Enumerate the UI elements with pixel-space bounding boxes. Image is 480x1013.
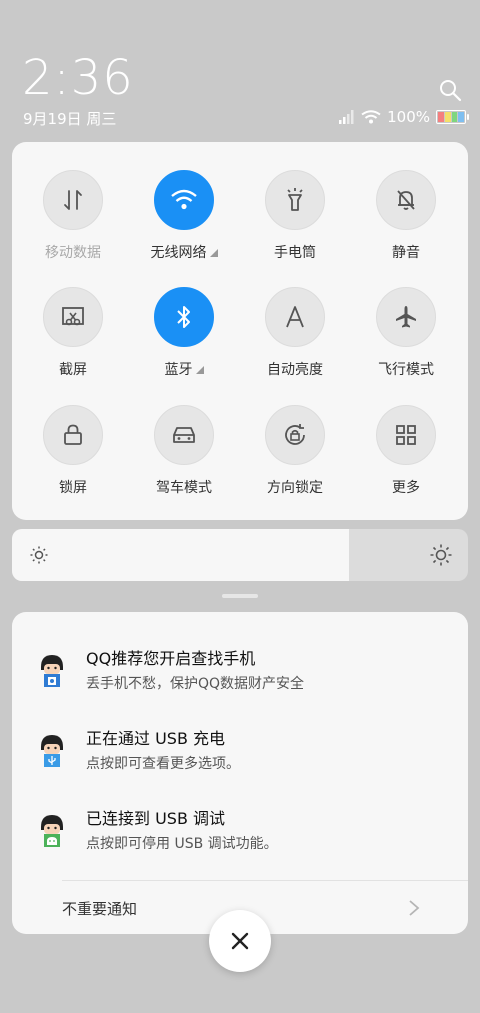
- tile-mute[interactable]: 静音: [356, 170, 456, 262]
- search-icon[interactable]: [438, 78, 462, 102]
- grid-icon: [376, 405, 436, 465]
- notification-title: 已连接到 USB 调试: [86, 809, 226, 828]
- notification-subtitle: 丢手机不愁，保护QQ数据财产安全: [86, 676, 305, 692]
- car-icon: [154, 405, 214, 465]
- clear-all-button[interactable]: [209, 910, 271, 972]
- qq-avatar-icon: [41, 655, 63, 687]
- usb-debug-avatar-icon: [41, 815, 63, 847]
- battery-icon: [436, 110, 469, 124]
- brightness-fill: [12, 529, 350, 581]
- auto-brightness-icon: [265, 287, 325, 347]
- date-label: 9月19日 周三: [23, 110, 117, 128]
- divider: [62, 880, 468, 881]
- drag-handle[interactable]: [222, 594, 258, 598]
- tile-lock-screen[interactable]: 锁屏: [23, 405, 123, 497]
- clock-time: 2:36: [22, 50, 134, 106]
- signal-icon: [339, 110, 354, 124]
- screenshot-icon: [43, 287, 103, 347]
- tile-wifi[interactable]: 无线网络: [134, 170, 234, 262]
- expand-triangle-icon: [195, 366, 204, 374]
- tile-label: 驾车模式: [156, 480, 212, 496]
- tile-label: 无线网络: [150, 245, 207, 261]
- rotation-lock-icon: [265, 405, 325, 465]
- unimportant-notifications-link[interactable]: 不重要通知: [62, 898, 137, 919]
- notification-subtitle: 点按即可停用 USB 调试功能。: [86, 836, 278, 852]
- tile-label: 自动亮度: [267, 362, 323, 378]
- quick-settings-panel: 移动数据 无线网络 手电筒 静音 截屏 蓝牙 自动亮度 飞行模式 锁屏 驾车模式…: [12, 142, 468, 520]
- tile-mobile-data[interactable]: 移动数据: [23, 170, 123, 262]
- chevron-right-icon[interactable]: [408, 899, 420, 917]
- tile-label: 截屏: [59, 362, 87, 378]
- brightness-slider[interactable]: [12, 529, 468, 581]
- wifi-icon: [154, 170, 214, 230]
- battery-percent: 100%: [387, 108, 430, 126]
- tile-auto-brightness[interactable]: 自动亮度: [245, 287, 345, 379]
- tile-label-wrap: 蓝牙: [134, 359, 234, 379]
- tile-rotation-lock[interactable]: 方向锁定: [245, 405, 345, 497]
- close-icon: [231, 932, 249, 950]
- notification-subtitle: 点按即可查看更多选项。: [86, 756, 240, 772]
- expand-triangle-icon: [209, 249, 218, 257]
- tile-label: 方向锁定: [267, 480, 323, 496]
- notification-title: 正在通过 USB 充电: [86, 729, 226, 748]
- brightness-low-icon: [30, 546, 48, 564]
- tile-label: 蓝牙: [164, 362, 193, 378]
- tile-driving-mode[interactable]: 驾车模式: [134, 405, 234, 497]
- notification-panel: QQ推荐您开启查找手机 丢手机不愁，保护QQ数据财产安全 正在通过 USB 充电…: [12, 612, 468, 934]
- tile-label: 锁屏: [59, 480, 87, 496]
- tile-label: 更多: [392, 480, 420, 496]
- tile-label-wrap: 无线网络: [134, 242, 234, 262]
- lock-icon: [43, 405, 103, 465]
- tile-screenshot[interactable]: 截屏: [23, 287, 123, 379]
- tile-label: 静音: [392, 245, 420, 261]
- status-bar: 100%: [339, 108, 469, 126]
- tile-bluetooth[interactable]: 蓝牙: [134, 287, 234, 379]
- tile-label: 飞行模式: [378, 362, 434, 378]
- tile-airplane[interactable]: 飞行模式: [356, 287, 456, 379]
- wifi-status-icon: [361, 110, 381, 124]
- notification-title: QQ推荐您开启查找手机: [86, 649, 256, 668]
- tile-flashlight[interactable]: 手电筒: [245, 170, 345, 262]
- notification-item[interactable]: 已连接到 USB 调试 点按即可停用 USB 调试功能。: [12, 805, 468, 865]
- bluetooth-icon: [154, 287, 214, 347]
- brightness-high-icon: [430, 544, 452, 566]
- usb-charge-avatar-icon: [41, 735, 63, 767]
- tile-label: 手电筒: [274, 245, 316, 261]
- tile-more[interactable]: 更多: [356, 405, 456, 497]
- notification-item[interactable]: QQ推荐您开启查找手机 丢手机不愁，保护QQ数据财产安全: [12, 645, 468, 705]
- airplane-icon: [376, 287, 436, 347]
- mobile-data-icon: [43, 170, 103, 230]
- flashlight-icon: [265, 170, 325, 230]
- tile-label: 移动数据: [45, 245, 101, 261]
- mute-bell-icon: [376, 170, 436, 230]
- notification-item[interactable]: 正在通过 USB 充电 点按即可查看更多选项。: [12, 725, 468, 785]
